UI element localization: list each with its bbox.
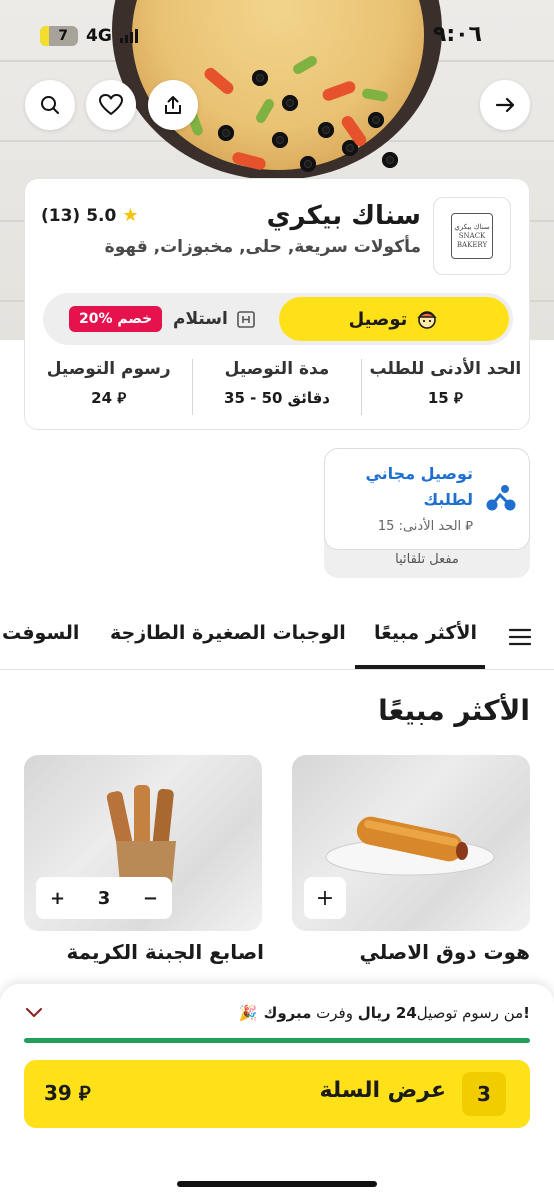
quantity-value: 3 (97, 887, 111, 909)
delivery-option[interactable]: توصيل (279, 297, 509, 341)
share-icon (165, 96, 181, 114)
battery-icon: 7 (40, 26, 78, 46)
menu-icon[interactable] (508, 628, 532, 646)
favorite-button[interactable] (86, 80, 136, 130)
active-tab-indicator (355, 665, 485, 669)
free-delivery-min: الحد الأدنى: 15 ⃁ (377, 519, 473, 534)
stat-delivery-fee: رسوم التوصيل 24 ⃁ (25, 359, 194, 415)
tab-fresh-snacks[interactable]: الوجبات الصغيرة الطازجة (110, 622, 346, 644)
tab-best-sellers[interactable]: الأكثر مبيعًا (374, 622, 477, 644)
back-button[interactable] (480, 80, 530, 130)
cart-total: 39 ⃁ (44, 1081, 91, 1105)
discount-badge: 20% خصم (69, 306, 163, 332)
stat-min-order: الحد الأدنى للطلب 15 ⃁ (369, 359, 522, 407)
delivery-face-icon (417, 311, 438, 329)
network-label: 4G (86, 26, 112, 46)
cart-count: 3 (462, 1072, 506, 1116)
store-info-card: سناك بيكري SNACK BAKERY سناك بيكري مأكول… (24, 178, 530, 430)
scooter-icon (486, 485, 516, 511)
product-name[interactable]: اصابع الجبنة الكريمة (66, 940, 264, 964)
heart-icon (99, 94, 123, 115)
status-bar: 7 4G ٩:٠٦ (0, 18, 554, 54)
plus-icon: + (315, 885, 335, 911)
pickup-option[interactable]: استلام (173, 293, 256, 345)
order-mode-toggle: توصيل استلام 20% خصم (43, 293, 513, 345)
share-button[interactable] (148, 80, 198, 130)
add-to-cart-button[interactable]: + (304, 877, 346, 919)
store-categories: مأكولات سريعة, حلى, مخبوزات, قهوة (104, 237, 421, 257)
quantity-stepper[interactable]: + 3 − (36, 877, 172, 919)
chevron-down-icon[interactable] (24, 1006, 44, 1020)
view-cart-button[interactable]: 3 عرض السلة 39 ⃁ (24, 1060, 530, 1128)
store-stats: الحد الأدنى للطلب 15 ⃁ مدة التوصيل 35 - … (25, 359, 529, 415)
store-name: سناك بيكري (266, 201, 421, 231)
savings-message: 🎉 من رسوم توصيل24 ريال وفرت مبروك! (238, 1004, 530, 1022)
store-rating[interactable]: (13) 5.0 ★ (41, 205, 138, 226)
rating-value: 5.0 (86, 205, 117, 226)
minus-icon[interactable]: − (143, 888, 158, 909)
plus-icon[interactable]: + (50, 888, 65, 909)
tab-soft[interactable]: السوفت (2, 622, 79, 644)
free-delivery-offer[interactable]: توصيل مجاني لطلبك الحد الأدنى: 15 ⃁ مفعل… (324, 448, 530, 578)
star-icon: ★ (122, 205, 139, 226)
product-name[interactable]: هوت دوق الاصلي (360, 940, 530, 964)
auto-enabled-label: مفعل تلقائيا (395, 552, 459, 567)
celebrate-icon: 🎉 (238, 1004, 258, 1022)
view-cart-label: عرض السلة (319, 1078, 446, 1103)
free-delivery-progress (24, 1038, 530, 1043)
stat-delivery-time: مدة التوصيل 35 - 50 دقائق (193, 359, 362, 415)
store-icon (237, 311, 255, 328)
rating-count: (13) (41, 205, 81, 226)
section-title: الأكثر مبيعًا (378, 694, 530, 727)
arrow-right-icon (495, 97, 515, 113)
search-icon (41, 96, 59, 114)
clock: ٩:٠٦ (432, 22, 482, 47)
store-logo: سناك بيكري SNACK BAKERY (433, 197, 511, 275)
category-tabs: الأكثر مبيعًا الوجبات الصغيرة الطازجة ال… (0, 604, 554, 670)
signal-icon (119, 29, 138, 43)
product-image-hotdog[interactable]: + (292, 755, 530, 931)
free-delivery-title: توصيل مجاني لطلبك (365, 464, 473, 509)
search-button[interactable] (25, 80, 75, 130)
product-image-cheese-sticks[interactable]: + 3 − (24, 755, 262, 931)
home-indicator (177, 1181, 377, 1187)
cart-sheet: 🎉 من رسوم توصيل24 ريال وفرت مبروك! 3 عرض… (0, 984, 554, 1200)
